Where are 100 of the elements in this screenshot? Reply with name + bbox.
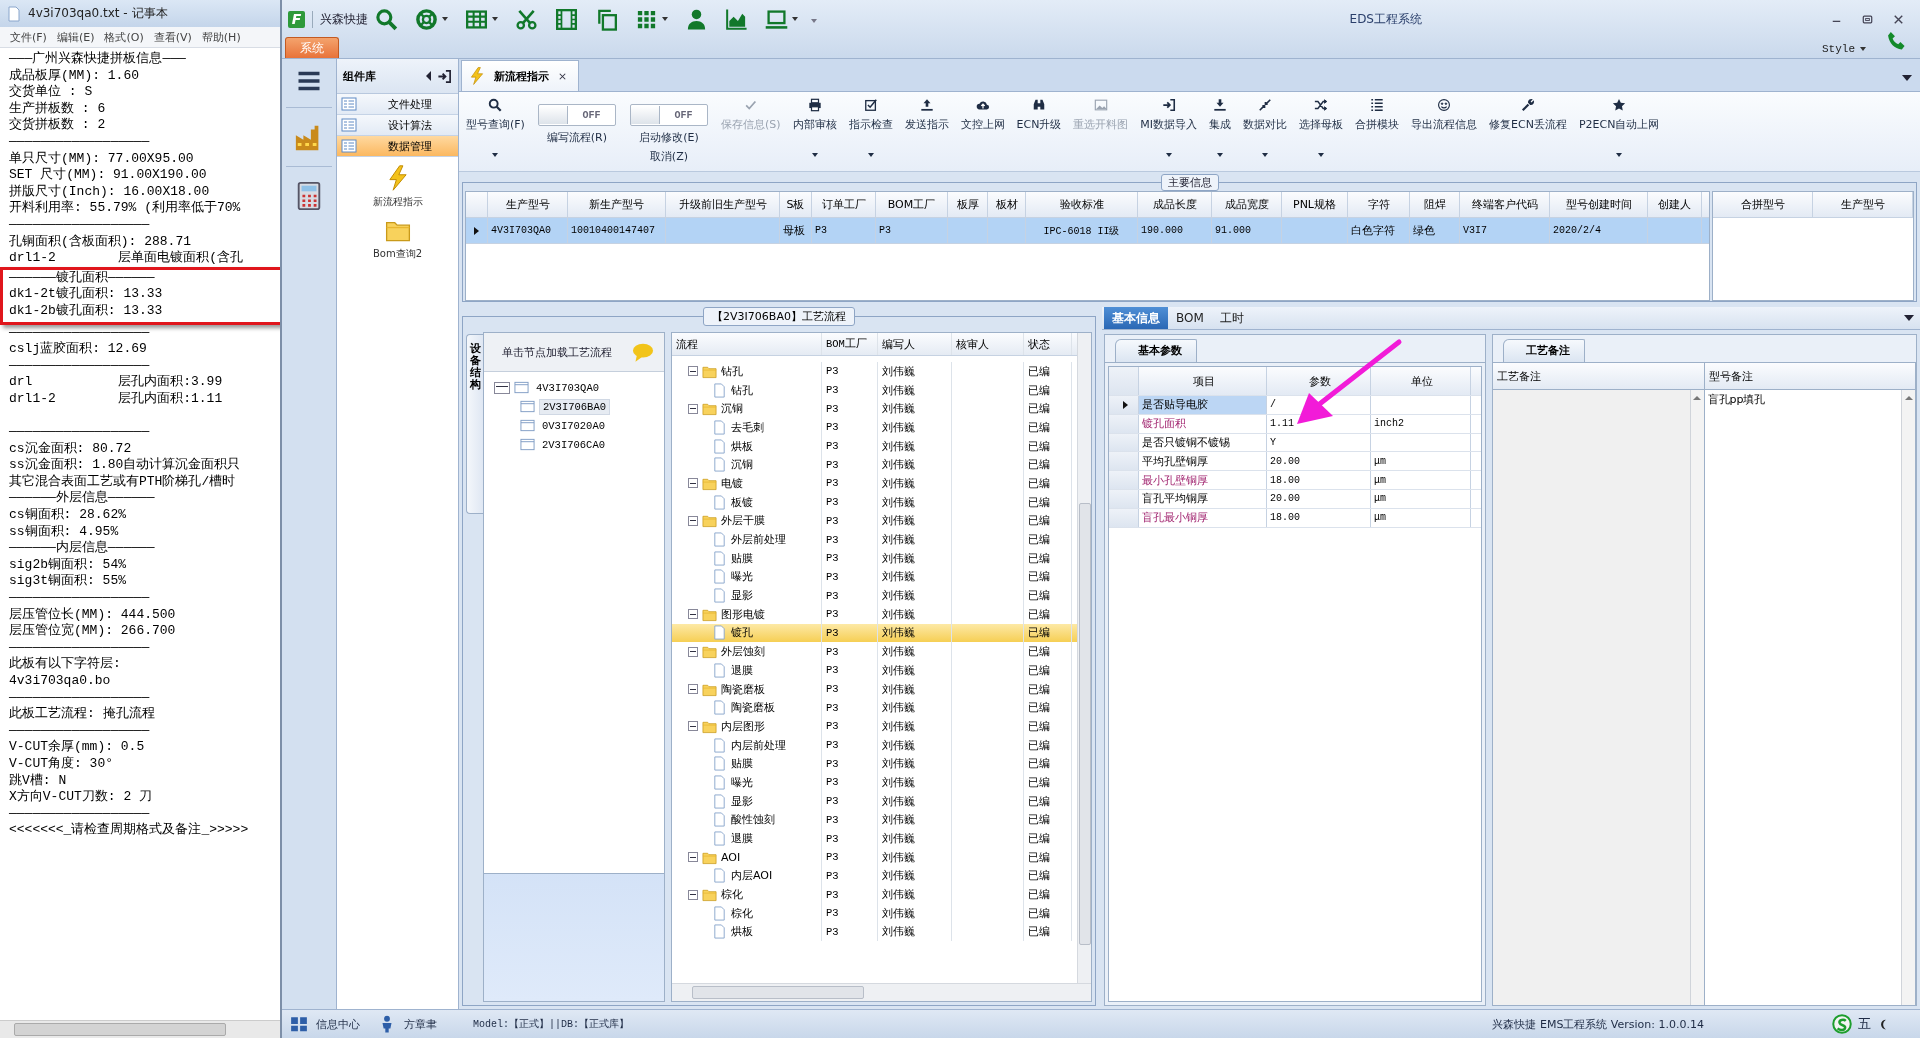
toolbar-button[interactable]: 选择母板 xyxy=(1296,96,1347,164)
toolbar-button[interactable]: P2ECN自动上网 xyxy=(1575,96,1663,164)
vertical-scrollbar[interactable] xyxy=(1077,333,1091,983)
flow-row[interactable]: 陶瓷磨板 P3 刘伟巍 已编 xyxy=(672,679,1077,699)
flow-row[interactable]: 酸性蚀刻 P3 刘伟巍 已编 xyxy=(672,810,1077,830)
toolbar-button[interactable]: 合拼模块 xyxy=(1352,96,1403,164)
toolbar-button[interactable]: 集成 xyxy=(1206,96,1235,164)
toolbar-button[interactable]: 型号查询(F) xyxy=(463,96,528,164)
menu-icon[interactable] xyxy=(297,69,321,93)
windows-icon[interactable] xyxy=(290,1015,308,1033)
column-header[interactable]: 生产型号 xyxy=(488,192,568,217)
flow-row[interactable]: 退膜 P3 刘伟巍 已编 xyxy=(672,829,1077,848)
menu-item[interactable]: 格式(O) xyxy=(104,29,144,45)
caret-icon[interactable] xyxy=(867,153,874,157)
expand-toggle[interactable] xyxy=(688,515,698,526)
table-icon[interactable] xyxy=(465,7,488,31)
flow-row[interactable]: 外层干膜 P3 刘伟巍 已编 xyxy=(672,511,1077,531)
flow-row[interactable]: 烘板 P3 刘伟巍 已编 xyxy=(672,436,1077,456)
table-cell[interactable]: 盲孔最小铜厚 xyxy=(1142,510,1208,526)
flow-row[interactable]: 镀孔 P3 刘伟巍 已编 xyxy=(672,623,1077,643)
tree-item[interactable]: 0V3I7020A0 xyxy=(539,418,608,433)
column-header[interactable]: 创建人 xyxy=(1648,192,1702,217)
flow-row[interactable]: 外层蚀刻 P3 刘伟巍 已编 xyxy=(672,642,1077,661)
flow-row[interactable]: 内层AOI P3 刘伟巍 已编 xyxy=(672,866,1077,886)
flow-row[interactable]: 图形电镀 P3 刘伟巍 已编 xyxy=(672,604,1077,624)
pin-icon[interactable] xyxy=(437,68,452,84)
flow-row[interactable]: 曝光 P3 刘伟巍 已编 xyxy=(672,567,1077,587)
tab[interactable]: BOM xyxy=(1168,307,1212,329)
flow-row[interactable]: AOI P3 刘伟巍 已编 xyxy=(672,847,1077,867)
expand-toggle[interactable] xyxy=(688,609,698,620)
row-header[interactable] xyxy=(1109,396,1139,414)
flow-row[interactable]: 内层图形 P3 刘伟巍 已编 xyxy=(672,717,1077,736)
column-header[interactable]: 新生产型号 xyxy=(568,192,666,217)
flow-row[interactable]: 板镀 P3 刘伟巍 已编 xyxy=(672,492,1077,512)
table-cell[interactable]: 盲孔平均铜厚 xyxy=(1142,491,1208,507)
flow-row[interactable]: 显影 P3 刘伟巍 已编 xyxy=(672,586,1077,605)
vertical-scrollbar[interactable] xyxy=(1901,390,1915,1005)
style-menu[interactable]: Style xyxy=(1822,43,1866,55)
column-header[interactable]: S板 xyxy=(780,192,812,217)
expand-toggle[interactable] xyxy=(688,403,698,414)
caret-icon[interactable] xyxy=(662,17,668,21)
lifebuoy-icon[interactable] xyxy=(415,7,438,31)
column-header[interactable]: 核审人 xyxy=(952,333,1024,355)
flow-row[interactable]: 去毛刺 P3 刘伟巍 已编 xyxy=(672,418,1077,437)
column-header[interactable]: 流程 xyxy=(672,333,822,355)
tab[interactable]: 基本信息 xyxy=(1104,307,1168,329)
table-cell[interactable]: 镀孔面积 xyxy=(1142,416,1186,432)
flow-row[interactable]: 贴膜 P3 刘伟巍 已编 xyxy=(672,754,1077,774)
search-icon[interactable] xyxy=(375,7,398,31)
flow-row[interactable]: 内层前处理 P3 刘伟巍 已编 xyxy=(672,735,1077,755)
dropdown-icon[interactable] xyxy=(1902,75,1912,81)
expand-toggle[interactable] xyxy=(494,381,510,394)
user-icon[interactable] xyxy=(685,7,708,31)
toolbar-button[interactable]: 数据对比 xyxy=(1240,96,1291,164)
caret-icon[interactable] xyxy=(492,17,498,21)
column-header[interactable]: 编写人 xyxy=(878,333,952,355)
flow-row[interactable]: 烘板 P3 刘伟巍 已编 xyxy=(672,922,1077,942)
toolbar-button[interactable]: 内部审核 xyxy=(789,96,840,164)
tab[interactable]: 基本参数 xyxy=(1115,339,1197,362)
toolbar-button[interactable]: 发送指示 xyxy=(901,96,952,164)
column-header[interactable]: 订单工厂 xyxy=(812,192,876,217)
tab[interactable]: 工艺备注 xyxy=(1503,339,1585,362)
expand-toggle[interactable] xyxy=(688,889,698,900)
flow-row[interactable]: 外层前处理 P3 刘伟巍 已编 xyxy=(672,530,1077,549)
toolbar-button[interactable]: 文控上网 xyxy=(957,96,1008,164)
toggle-switch[interactable]: OFF xyxy=(629,104,708,126)
column-header[interactable]: 字符 xyxy=(1348,192,1410,217)
toolbar-button[interactable]: 导出流程信息 xyxy=(1408,96,1481,164)
horizontal-scrollbar[interactable] xyxy=(0,1020,280,1038)
tree-item[interactable]: 2V3I706BA0 xyxy=(539,398,610,415)
caret-icon[interactable] xyxy=(442,17,448,21)
caret-icon[interactable] xyxy=(492,153,499,157)
column-header[interactable]: 合拼型号 xyxy=(1713,192,1813,217)
flow-row[interactable]: 沉铜 P3 刘伟巍 已编 xyxy=(672,455,1077,475)
column-header[interactable]: BOM工厂 xyxy=(876,192,948,217)
cancel-label[interactable]: 取消(Z) xyxy=(649,149,688,164)
expand-toggle[interactable] xyxy=(688,721,698,732)
expand-toggle[interactable] xyxy=(688,684,698,695)
column-header[interactable]: 终端客户代码 xyxy=(1460,192,1550,217)
flow-row[interactable]: 棕化 P3 刘伟巍 已编 xyxy=(672,885,1077,904)
column-header[interactable]: 单位 xyxy=(1371,367,1471,395)
component-item[interactable]: 文件处理 xyxy=(337,94,458,115)
caret-icon[interactable] xyxy=(792,17,798,21)
column-header[interactable]: 验收标准 xyxy=(1026,192,1138,217)
caret-icon[interactable] xyxy=(1318,153,1325,157)
toggle-switch[interactable]: OFF xyxy=(537,104,616,126)
tree-item[interactable]: 2V3I706CA0 xyxy=(539,437,608,452)
caret-icon[interactable] xyxy=(811,153,818,157)
menu-item[interactable]: 编辑(E) xyxy=(56,29,95,45)
table-cell[interactable]: 平均孔壁铜厚 xyxy=(1142,453,1208,469)
flow-row[interactable]: 显影 P3 刘伟巍 已编 xyxy=(672,791,1077,811)
column-header[interactable]: 升级前旧生产型号 xyxy=(666,192,780,217)
column-header[interactable]: 状态 xyxy=(1024,333,1072,355)
chart-icon[interactable] xyxy=(725,7,748,31)
caret-icon[interactable] xyxy=(1616,153,1623,157)
column-header[interactable]: 板厚 xyxy=(948,192,988,217)
expand-toggle[interactable] xyxy=(688,478,698,489)
copy-icon[interactable] xyxy=(595,7,618,31)
caret-icon[interactable] xyxy=(1262,153,1269,157)
column-header[interactable]: 工艺备注 xyxy=(1493,363,1704,390)
